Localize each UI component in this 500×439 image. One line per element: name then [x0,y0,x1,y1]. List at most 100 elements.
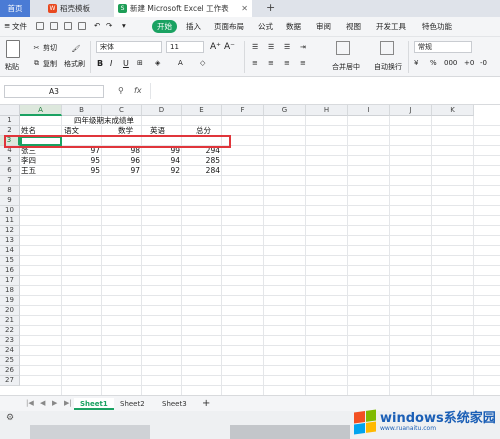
redo-icon[interactable]: ↷ [106,21,112,30]
align-middle-icon[interactable]: ☰ [268,43,274,51]
row-header-15[interactable]: 15 [0,256,20,266]
justify-icon[interactable]: ≡ [300,59,306,67]
row-header-22[interactable]: 22 [0,326,20,336]
docer-template-tab[interactable]: W 稻壳模板 [44,0,112,17]
row-header-9[interactable]: 9 [0,196,20,206]
hamburger-menu-icon[interactable]: ≡ [4,21,10,30]
last-sheet-icon[interactable]: ▶| [64,399,72,407]
preview-icon[interactable] [78,22,86,30]
fill-color-icon[interactable]: ◈ [155,59,160,67]
indent-icon[interactable]: ⇥ [300,43,306,51]
first-sheet-icon[interactable]: |◀ [26,399,34,407]
font-family-select[interactable]: 宋体 [96,41,162,53]
row-header-13[interactable]: 13 [0,236,20,246]
align-center-icon[interactable]: ≡ [268,59,274,67]
menu-review[interactable]: 审阅 [316,21,331,32]
row-header-21[interactable]: 21 [0,316,20,326]
align-bottom-icon[interactable]: ☰ [284,43,290,51]
sheet-tab-sheet1[interactable]: Sheet1 [74,398,114,410]
sheet-tab-sheet3[interactable]: Sheet3 [156,398,193,410]
close-tab-icon[interactable]: ✕ [241,4,248,13]
row-header-11[interactable]: 11 [0,216,20,226]
cut-icon[interactable]: ✂ [32,43,41,52]
wrap-icon[interactable] [380,41,394,55]
decrease-font-icon[interactable]: A⁻ [224,42,235,52]
chinese-score-cell[interactable]: 95 [63,166,102,176]
add-sheet-button[interactable]: + [196,398,216,410]
row-header-26[interactable]: 26 [0,366,20,376]
font-size-select[interactable]: 11 [166,41,204,53]
increase-font-icon[interactable]: A⁺ [210,42,221,52]
row-header-25[interactable]: 25 [0,356,20,366]
column-header-h[interactable]: H [306,105,348,116]
formula-input[interactable] [150,83,496,99]
more-icon[interactable]: ▾ [122,21,126,30]
menu-data[interactable]: 数据 [286,21,301,32]
menu-dev-tools[interactable]: 开发工具 [376,21,406,32]
spreadsheet-grid[interactable]: A B C D E F G H I J K 1 2 3 4 5 6 7 8 9 10 11 12 13 14 15 16 17 18 19… [0,105,500,395]
currency-icon[interactable]: ¥ [414,59,418,67]
border-icon[interactable]: ⊞ [137,59,143,67]
cut-button[interactable]: 剪切 [43,43,57,53]
column-header-k[interactable]: K [432,105,474,116]
sheet-title-cell[interactable]: 四年级期末成绩单 [74,116,154,126]
math-score-cell[interactable]: 96 [103,156,142,166]
align-left-icon[interactable]: ≡ [252,59,258,67]
menu-page-layout[interactable]: 页面布局 [214,21,244,32]
total-score-cell[interactable]: 284 [183,166,222,176]
english-score-cell[interactable]: 92 [143,166,182,176]
next-sheet-icon[interactable]: ▶ [52,399,57,407]
row-header-20[interactable]: 20 [0,306,20,316]
row-header-17[interactable]: 17 [0,276,20,286]
menu-insert[interactable]: 插入 [186,21,201,32]
font-color-icon[interactable]: A [178,59,183,67]
row-header-12[interactable]: 12 [0,226,20,236]
column-header-b[interactable]: B [62,105,102,116]
print-icon[interactable] [64,22,72,30]
row-header-18[interactable]: 18 [0,286,20,296]
insert-function-button[interactable]: fx [134,86,142,95]
math-score-cell[interactable]: 97 [103,166,142,176]
row-header-1[interactable]: 1 [0,116,20,126]
chinese-score-cell[interactable]: 95 [63,156,102,166]
row-header-6[interactable]: 6 [0,166,20,176]
column-header-a[interactable]: A [20,105,62,116]
copy-icon[interactable]: ⧉ [32,59,41,68]
column-header-e[interactable]: E [182,105,222,116]
menu-special[interactable]: 特色功能 [422,21,452,32]
row-header-10[interactable]: 10 [0,206,20,216]
percent-button[interactable]: % [430,59,437,67]
clear-icon[interactable]: ◇ [200,59,205,67]
column-header-i[interactable]: I [348,105,390,116]
name-box[interactable]: A3 [4,85,104,98]
merge-icon[interactable] [336,41,350,55]
align-top-icon[interactable]: ☰ [252,43,258,51]
copy-button[interactable]: 复制 [43,59,57,69]
prev-sheet-icon[interactable]: ◀ [40,399,45,407]
column-header-g[interactable]: G [264,105,306,116]
english-score-cell[interactable]: 94 [143,156,182,166]
format-painter-button[interactable]: 格式刷 [64,59,85,69]
column-header-c[interactable]: C [102,105,142,116]
underline-icon[interactable]: U [123,59,129,68]
row-header-19[interactable]: 19 [0,296,20,306]
home-tab[interactable]: 首页 [0,0,30,17]
number-format-select[interactable]: 常规 [414,41,472,53]
row-header-8[interactable]: 8 [0,186,20,196]
menu-file[interactable]: 文件 [12,21,27,32]
zoom-icon[interactable]: ⚲ [118,86,124,95]
menu-view[interactable]: 视图 [346,21,361,32]
thousands-button[interactable]: 000 [444,59,457,67]
italic-icon[interactable]: I [110,59,112,68]
column-header-d[interactable]: D [142,105,182,116]
column-header-f[interactable]: F [222,105,264,116]
row-header-5[interactable]: 5 [0,156,20,166]
paste-button[interactable]: 粘贴 [5,62,19,72]
format-painter-icon[interactable]: 🖌 [70,42,82,56]
merge-center-button[interactable]: 合并居中 [332,62,360,72]
open-icon[interactable] [36,22,44,30]
total-score-cell[interactable]: 285 [183,156,222,166]
row-header-16[interactable]: 16 [0,266,20,276]
undo-icon[interactable]: ↶ [94,21,100,30]
align-right-icon[interactable]: ≡ [284,59,290,67]
